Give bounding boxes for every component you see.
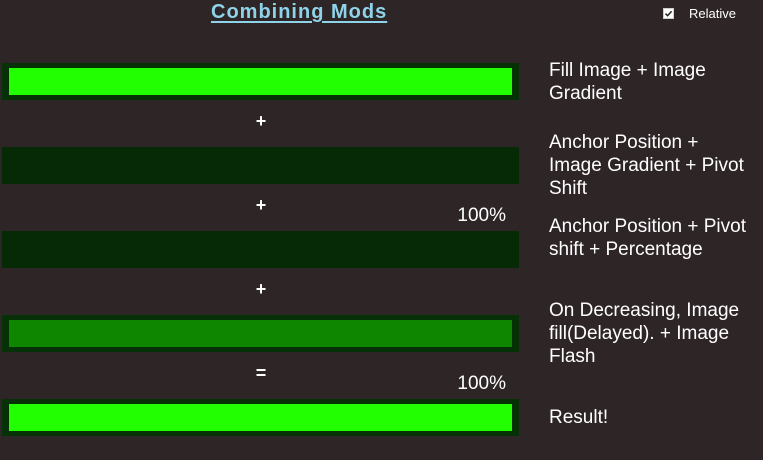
relative-label: Relative: [689, 5, 736, 21]
operator-plus: +: [255, 279, 267, 299]
relative-toggle[interactable]: Relative: [663, 4, 736, 22]
bar-anchor-gradient-pivot: [2, 147, 519, 184]
operator-equals: =: [255, 363, 267, 383]
bar-decreasing-delayed-flash: [2, 315, 519, 352]
bar-anchor-pivot-percentage: [2, 231, 519, 268]
description-anchor-pivot-percentage: Anchor Position + Pivot shift + Percenta…: [549, 216, 746, 260]
bar-fill: [9, 404, 512, 431]
operator-plus: +: [255, 195, 267, 215]
operator-plus: +: [255, 111, 267, 131]
bar-result: [2, 399, 519, 436]
description-decreasing-delayed-flash: On Decreasing, Image fill(Delayed). + Im…: [549, 300, 740, 367]
bar-fill: [9, 68, 512, 95]
page-title: Combining Mods: [211, 1, 388, 23]
description-result: Result!: [549, 407, 609, 428]
relative-checkbox[interactable]: [663, 7, 674, 19]
percentage-label: 100%: [457, 205, 506, 226]
bar-fill: [9, 320, 512, 347]
percentage-label: 100%: [457, 373, 506, 394]
bar-fill-image-gradient: [2, 63, 519, 100]
checkmark-icon: [664, 10, 673, 17]
description-fill-image-gradient: Fill Image + Image Gradient: [549, 60, 706, 104]
description-anchor-gradient-pivot: Anchor Position + Image Gradient + Pivot…: [549, 132, 744, 199]
